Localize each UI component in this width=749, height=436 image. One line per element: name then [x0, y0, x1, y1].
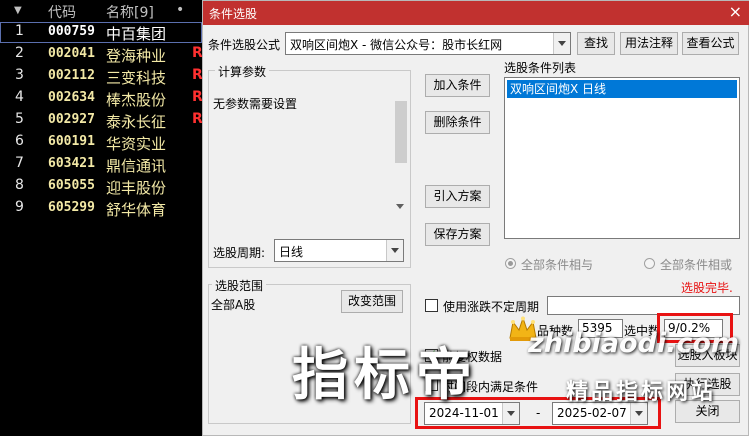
radio-or-label: 全部条件相或 — [660, 258, 733, 272]
row-index: 1 — [15, 23, 24, 39]
params-group-title: 计算参数 — [215, 63, 270, 80]
row-code: 000759 — [48, 24, 95, 39]
stock-list-panel: ▼ 代码 名称[9] • 1 000759 中百集团 2 002041 登海种业… — [0, 0, 203, 436]
row-code: 002634 — [48, 90, 95, 105]
stock-row[interactable]: 9 605299 舒华体育 — [0, 198, 202, 219]
row-code: 605299 — [48, 200, 95, 215]
formula-label: 条件选股公式 — [208, 38, 281, 52]
row-index: 6 — [15, 133, 24, 149]
status-text: 选股完毕. — [681, 281, 733, 295]
row-index: 7 — [15, 155, 24, 171]
period-select[interactable]: 日线 — [274, 239, 404, 262]
save-plan-button[interactable]: 保存方案 — [425, 223, 490, 246]
stock-row[interactable]: 4 002634 棒杰股份 R — [0, 88, 203, 109]
row-name: 中百集团 — [106, 25, 167, 43]
view-formula-button[interactable]: 查看公式 — [682, 32, 739, 55]
column-header-name[interactable]: 名称[9] — [106, 2, 154, 22]
no-params-text: 无参数需要设置 — [213, 97, 298, 111]
change-range-button[interactable]: 改变范围 — [341, 290, 403, 313]
delete-condition-button[interactable]: 删除条件 — [425, 111, 490, 134]
dialog-title: 条件选股 — [209, 7, 258, 21]
chevron-down-icon[interactable] — [553, 33, 570, 54]
add-condition-button[interactable]: 加入条件 — [425, 74, 490, 97]
row-name: 泰永长征 — [106, 113, 167, 131]
row-index: 9 — [15, 199, 24, 215]
period-value: 日线 — [279, 245, 304, 259]
row-name: 棒杰股份 — [106, 91, 167, 109]
uncertain-period-checkbox[interactable] — [425, 299, 438, 312]
row-index: 3 — [15, 67, 24, 83]
row-name: 鼎信通讯 — [106, 157, 167, 175]
column-header-dot: • — [176, 2, 185, 18]
period-label: 选股周期: — [213, 246, 266, 260]
formula-select[interactable]: 双响区间炮X - 微信公众号：股市长红网 — [285, 32, 571, 55]
row-index: 8 — [15, 177, 24, 193]
formula-value: 双响区间炮X - 微信公众号：股市长红网 — [290, 38, 503, 52]
radio-and[interactable] — [505, 258, 516, 269]
range-group-title: 选股范围 — [212, 277, 267, 294]
params-scrollbar[interactable] — [394, 101, 408, 211]
sort-arrow-icon[interactable]: ▼ — [14, 5, 22, 16]
radio-or[interactable] — [644, 258, 655, 269]
find-button[interactable]: 查找 — [577, 32, 615, 55]
stock-row[interactable]: 7 603421 鼎信通讯 — [0, 154, 202, 175]
range-value: 全部A股 — [211, 298, 256, 312]
column-header-code[interactable]: 代码 — [48, 2, 76, 22]
chevron-down-icon[interactable] — [386, 240, 403, 261]
import-plan-button[interactable]: 引入方案 — [425, 185, 490, 208]
watermark-logo-text: 指标帝 — [292, 343, 478, 408]
radio-and-label: 全部条件相与 — [521, 258, 594, 272]
row-index: 5 — [15, 111, 24, 127]
row-name: 登海种业 — [106, 47, 167, 65]
stock-row[interactable]: 1 000759 中百集团 — [0, 22, 202, 43]
row-code: 605055 — [48, 178, 95, 193]
row-code: 002927 — [48, 112, 95, 127]
stock-row[interactable]: 5 002927 泰永长征 R — [0, 110, 203, 131]
stock-row[interactable]: 2 002041 登海种业 R — [0, 44, 203, 65]
row-name: 舒华体育 — [106, 201, 167, 219]
row-name: 三变科技 — [106, 69, 167, 87]
close-icon[interactable]: × — [729, 2, 742, 21]
screen: ▼ 代码 名称[9] • 1 000759 中百集团 2 002041 登海种业… — [0, 0, 749, 436]
row-code: 002041 — [48, 46, 95, 61]
uncertain-period-label: 使用涨跌不定周期 — [443, 300, 540, 314]
condition-item[interactable]: 双响区间炮X 日线 — [507, 80, 737, 98]
watermark-subtitle: 精品指标网站 — [566, 380, 717, 405]
conditions-list-title: 选股条件列表 — [504, 61, 577, 75]
row-index: 4 — [15, 89, 24, 105]
row-code: 603421 — [48, 156, 95, 171]
row-name: 迎丰股份 — [106, 179, 167, 197]
stock-row[interactable]: 6 600191 华资实业 — [0, 132, 202, 153]
conditions-listbox[interactable]: 双响区间炮X 日线 — [504, 77, 740, 239]
row-name: 华资实业 — [106, 135, 167, 153]
row-code: 600191 — [48, 134, 95, 149]
scrollbar-thumb[interactable] — [395, 101, 407, 163]
row-code: 002112 — [48, 68, 95, 83]
dialog-titlebar[interactable]: 条件选股 × — [203, 1, 749, 25]
scroll-down-icon[interactable] — [396, 204, 404, 209]
row-index: 2 — [15, 45, 24, 61]
stock-row[interactable]: 8 605055 迎丰股份 — [0, 176, 202, 197]
watermark-url: zhibiaodi.com — [528, 328, 740, 359]
stock-list-header: ▼ 代码 名称[9] • — [0, 0, 202, 22]
usage-notes-button[interactable]: 用法注释 — [620, 32, 678, 55]
stock-row[interactable]: 3 002112 三变科技 R — [0, 66, 203, 87]
